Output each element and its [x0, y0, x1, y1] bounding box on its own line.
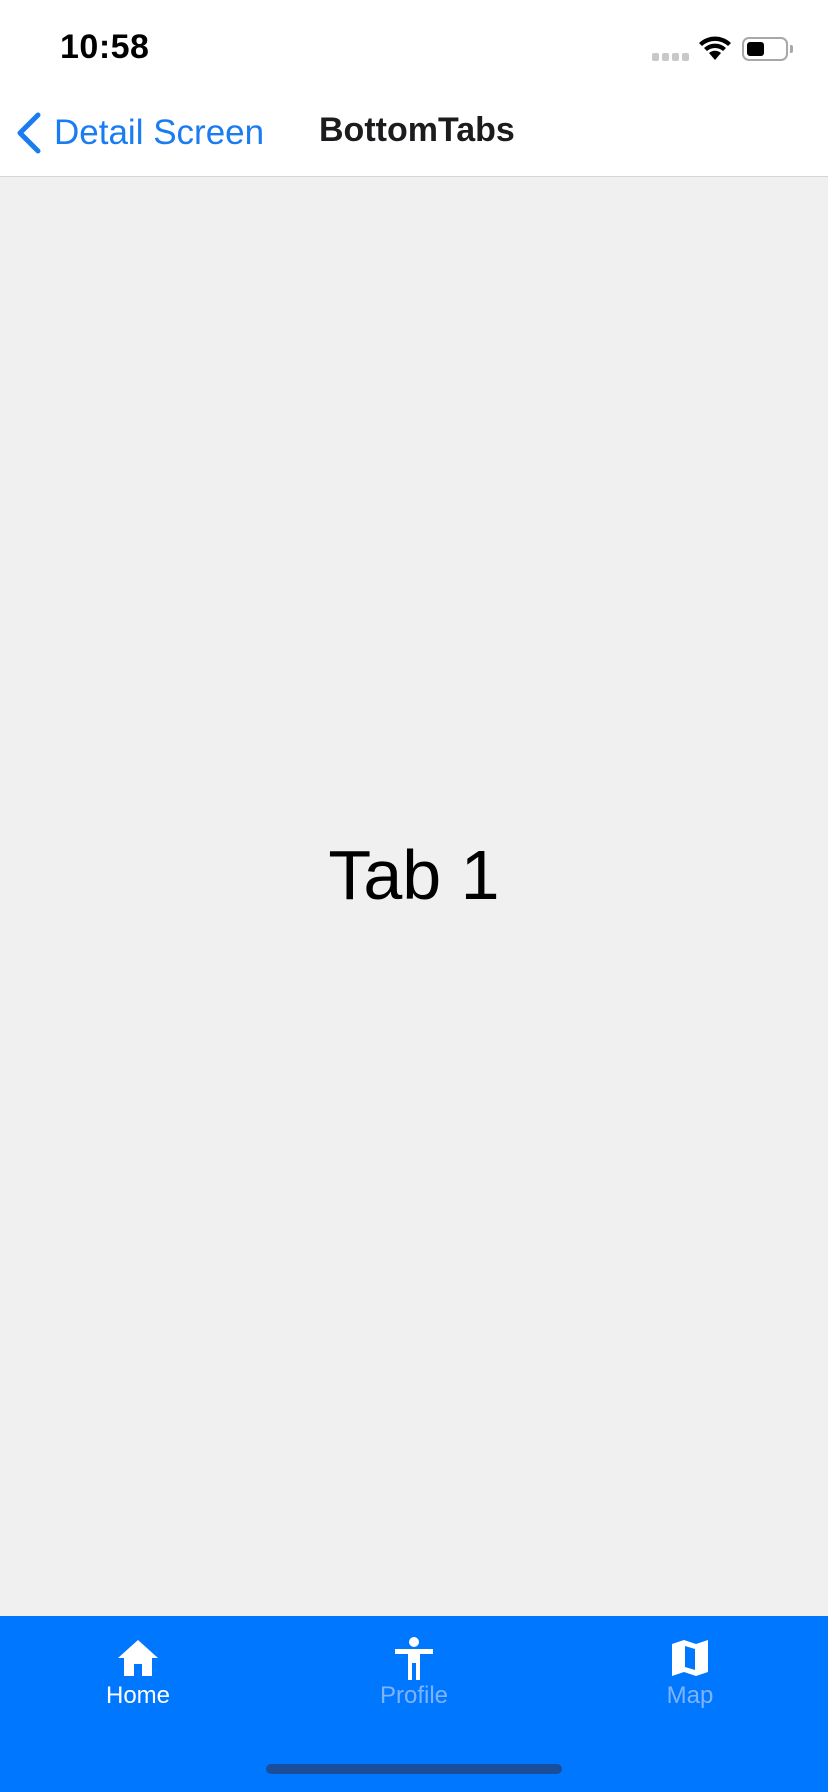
- back-button[interactable]: Detail Screen: [14, 108, 264, 158]
- battery-cap: [790, 45, 793, 53]
- wifi-icon: [699, 36, 731, 60]
- page-title: BottomTabs: [319, 111, 515, 149]
- battery-icon: [742, 37, 788, 61]
- tab-profile-label: Profile: [379, 1682, 449, 1709]
- signal-icon: [652, 53, 692, 61]
- accessibility-icon: [395, 1637, 433, 1680]
- navigation-bar: Detail Screen BottomTabs: [0, 90, 828, 177]
- bottom-tab-bar: Home Profile Map: [0, 1616, 828, 1792]
- status-bar: 10:58: [0, 0, 828, 90]
- tab-content: Tab 1: [0, 177, 828, 1616]
- status-time: 10:58: [60, 28, 150, 66]
- tab-content-label: Tab 1: [328, 836, 500, 914]
- tab-map-label: Map: [666, 1682, 714, 1709]
- tab-home[interactable]: Home: [0, 1636, 276, 1736]
- home-icon: [118, 1640, 158, 1676]
- tab-map[interactable]: Map: [552, 1636, 828, 1736]
- chevron-left-icon: [17, 112, 41, 154]
- tab-profile[interactable]: Profile: [276, 1636, 552, 1736]
- back-button-label: Detail Screen: [54, 113, 265, 152]
- tab-home-label: Home: [105, 1682, 171, 1709]
- map-icon: [672, 1640, 708, 1676]
- home-indicator[interactable]: [266, 1764, 562, 1774]
